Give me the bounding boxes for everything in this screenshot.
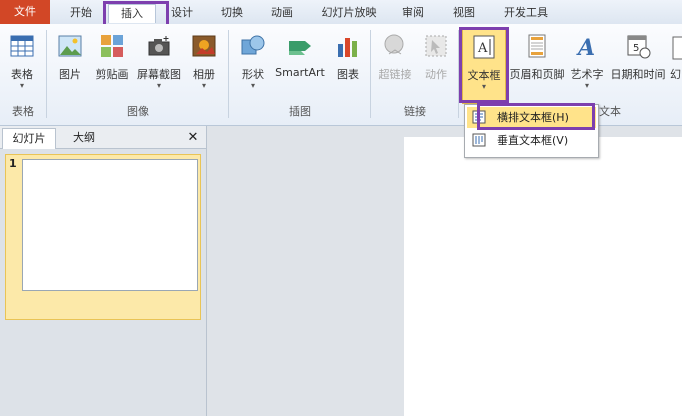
group-label-tables: 表格: [12, 105, 34, 118]
chevron-down-icon: ▾: [201, 81, 206, 90]
picture-icon: [58, 35, 82, 57]
table-icon: [10, 35, 34, 57]
chevron-down-icon: ▾: [584, 81, 589, 90]
header-footer-icon: [528, 34, 546, 58]
tab-slides[interactable]: 幻灯片: [2, 128, 56, 149]
menu-item-label: 垂直文本框(V): [497, 134, 569, 147]
slide-canvas[interactable]: [404, 137, 682, 416]
action-label: 动作: [425, 68, 447, 81]
datetime-button[interactable]: 5 日期和时间: [608, 28, 668, 104]
screenshot-button[interactable]: 屏幕截图 ▾: [134, 28, 184, 104]
group-label-links: 链接: [404, 105, 426, 118]
page-icon: [672, 36, 682, 60]
action-button[interactable]: 动作: [418, 28, 454, 104]
tab-file[interactable]: 文件: [0, 0, 50, 24]
wordart-button[interactable]: A 艺术字 ▾: [566, 28, 608, 104]
header-footer-label: 页眉和页脚: [509, 68, 565, 81]
hyperlink-button[interactable]: 超链接: [374, 28, 416, 104]
clipart-button[interactable]: 剪贴画: [92, 28, 132, 104]
chevron-down-icon: ▾: [19, 81, 24, 90]
group-label-images: 图像: [127, 105, 149, 118]
calendar-clock-icon: 5: [627, 35, 651, 59]
shapes-button[interactable]: 形状 ▾: [234, 28, 272, 104]
hyperlink-label: 超链接: [378, 68, 412, 81]
tab-home[interactable]: 开始: [60, 4, 102, 22]
slide-number: 1: [9, 157, 17, 170]
divider: [46, 30, 47, 118]
close-icon[interactable]: ✕: [184, 128, 202, 148]
textbox-highlight: [459, 27, 509, 103]
chart-button[interactable]: 图表: [330, 28, 366, 104]
slide-thumbnail-canvas: [22, 159, 198, 291]
table-label: 表格: [11, 68, 33, 81]
svg-text:5: 5: [633, 43, 639, 54]
album-label: 相册: [193, 68, 215, 81]
shapes-icon: [241, 35, 265, 55]
hyperlink-icon: [384, 34, 404, 55]
picture-button[interactable]: 图片: [52, 28, 88, 104]
shapes-label: 形状: [242, 68, 264, 81]
panel-tabs: 幻灯片 大纲 ✕: [0, 126, 206, 149]
header-footer-button[interactable]: 页眉和页脚: [508, 28, 566, 104]
wordart-label: 艺术字: [570, 68, 604, 81]
svg-text:A: A: [576, 35, 595, 60]
camera-icon: [148, 36, 170, 56]
tab-developer[interactable]: 开发工具: [495, 4, 557, 22]
wordart-icon: A: [576, 35, 595, 60]
chart-icon: [338, 38, 357, 57]
vertical-textbox-icon: [472, 133, 486, 147]
smartart-icon: [289, 41, 311, 55]
chevron-down-icon: ▾: [250, 81, 255, 90]
screenshot-label: 屏幕截图: [137, 68, 181, 81]
divider: [228, 30, 229, 118]
album-button[interactable]: 相册 ▾: [186, 28, 222, 104]
horizontal-textbox-highlight: [477, 103, 595, 130]
slide-thumbnail[interactable]: 1: [5, 154, 201, 320]
chart-label: 图表: [337, 68, 359, 81]
picture-label: 图片: [59, 68, 81, 81]
tab-outline[interactable]: 大纲: [58, 128, 110, 148]
group-label-illustrations: 插图: [289, 105, 311, 118]
tab-transitions[interactable]: 切换: [212, 4, 252, 22]
clipart-icon: [101, 35, 123, 57]
tab-review[interactable]: 审阅: [393, 4, 433, 22]
action-icon: [425, 35, 447, 57]
slide-number-button[interactable]: 幻: [670, 28, 682, 104]
datetime-label: 日期和时间: [610, 68, 666, 81]
divider: [370, 30, 371, 118]
clipart-label: 剪贴画: [95, 68, 129, 81]
tab-animations[interactable]: 动画: [262, 4, 302, 22]
tab-view[interactable]: 视图: [444, 4, 484, 22]
menu-item-vertical-textbox[interactable]: 垂直文本框(V): [467, 130, 596, 151]
smartart-button[interactable]: SmartArt: [274, 28, 326, 104]
chevron-down-icon: ▾: [156, 81, 161, 90]
photo-album-icon: [192, 35, 216, 57]
slide-number-label: 幻: [670, 68, 681, 81]
slide-panel: 幻灯片 大纲 ✕ 1: [0, 126, 207, 416]
tab-slideshow[interactable]: 幻灯片放映: [313, 4, 385, 22]
table-button[interactable]: 表格 ▾: [2, 28, 42, 104]
smartart-label: SmartArt: [275, 66, 325, 79]
